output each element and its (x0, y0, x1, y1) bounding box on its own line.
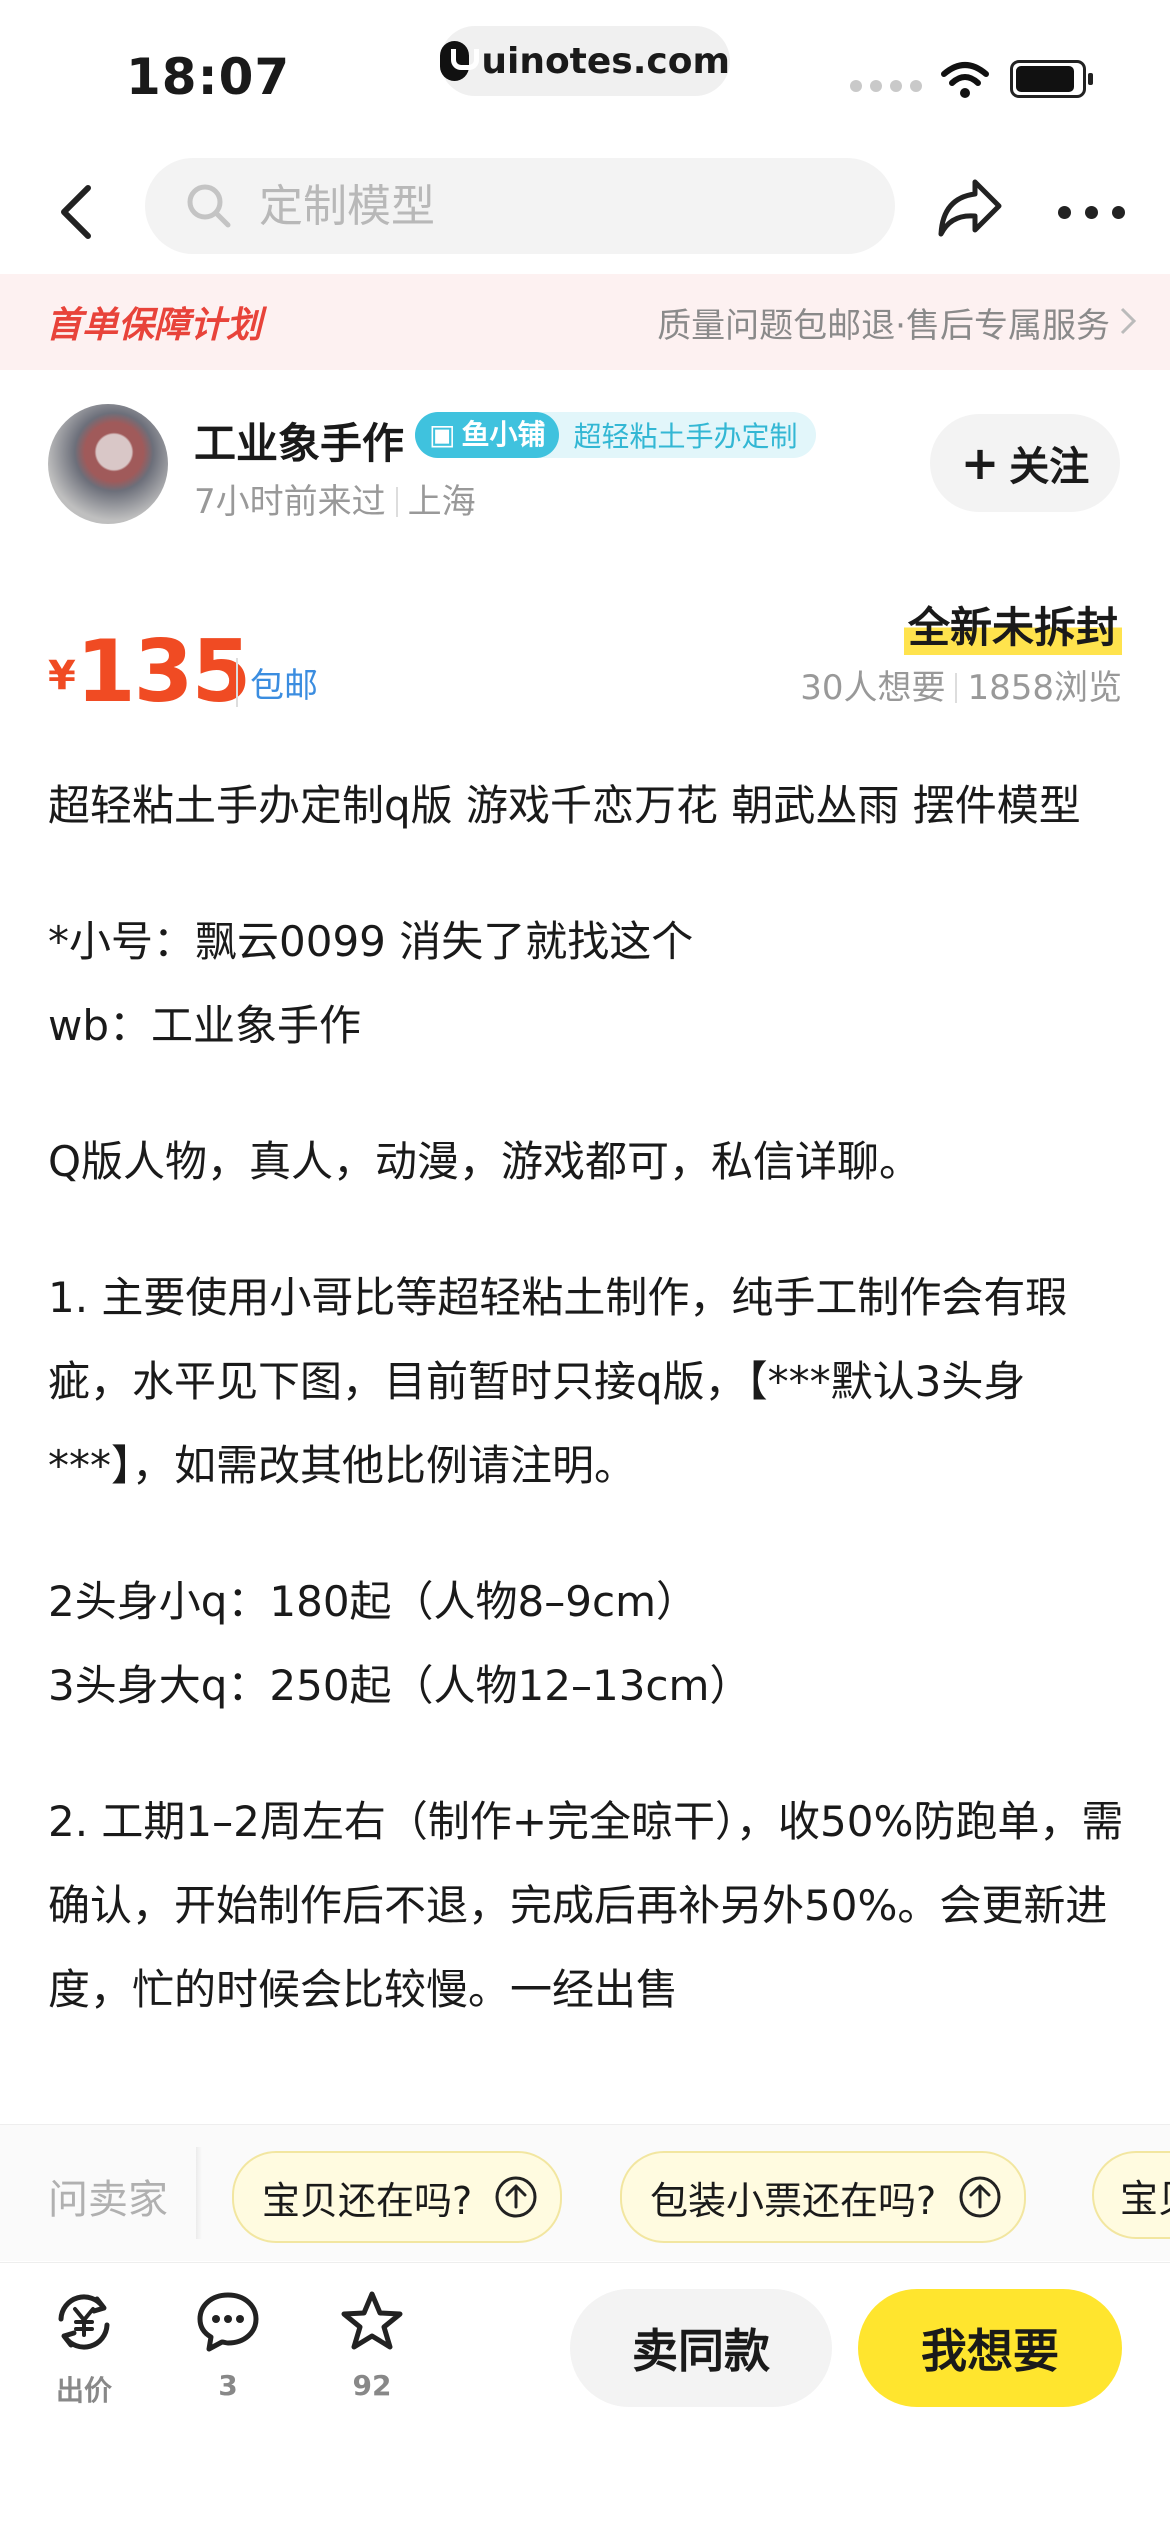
shop-badge[interactable]: ▣ 鱼小铺 超轻粘土手办定制 (415, 412, 816, 458)
seller-last-seen: 7小时前来过 (194, 482, 386, 522)
search-input[interactable] (257, 179, 761, 233)
product-description: 超轻粘土手办定制q版 游戏千恋万花 朝武丛雨 摆件模型 *小号：飘云0099 消… (48, 764, 1124, 2124)
comments-count: 3 (218, 2369, 238, 2402)
star-icon (341, 2291, 403, 2350)
nav-bar (0, 158, 1170, 268)
site-name: uinotes.com (481, 40, 730, 82)
price-value: 135 (75, 622, 252, 722)
question-chip-partial[interactable]: 宝贝 (1092, 2151, 1170, 2239)
battery-icon (1010, 60, 1093, 98)
follow-label: 关注 (1009, 444, 1090, 490)
share-icon[interactable] (935, 176, 1005, 240)
i-want-button[interactable]: 我想要 (858, 2289, 1122, 2407)
offer-button[interactable]: 出价 (34, 2289, 134, 2409)
description-paragraph: *小号：飘云0099 消失了就找这个 wb：工业象手作 (48, 917, 694, 1050)
plus-icon: + (960, 436, 1000, 490)
guarantee-banner[interactable]: 首单保障计划 质量问题包邮退·售后专属服务 (0, 274, 1170, 370)
shop-badge-label: ▣ 鱼小铺 (415, 412, 560, 458)
search-icon (187, 184, 231, 228)
price: ¥135 (48, 622, 252, 722)
status-bar: 18:07 uinotes.com (0, 0, 1170, 150)
back-icon[interactable] (50, 182, 110, 242)
arrow-up-circle-icon (959, 2176, 1001, 2218)
description-paragraph: 1. 主要使用小哥比等超轻粘土制作，纯手工制作会有瑕疵，水平见下图，目前暂时只接… (48, 1273, 1068, 1490)
question-text: 包装小票还在吗? (650, 2178, 937, 2223)
wants-count: 30人想要 (800, 668, 946, 708)
chevron-right-icon (1120, 307, 1137, 335)
description-paragraph: Q版人物，真人，动漫，游戏都可，私信详聊。 (48, 1137, 922, 1186)
comments-button[interactable]: 3 (178, 2289, 278, 2402)
status-time: 18:07 (126, 48, 291, 106)
more-icon[interactable] (1058, 206, 1125, 219)
question-chip-receipt[interactable]: 包装小票还在吗? (620, 2151, 1027, 2243)
wifi-icon (941, 62, 989, 98)
description-paragraph: 超轻粘土手办定制q版 游戏千恋万花 朝武丛雨 摆件模型 (48, 781, 1081, 830)
question-chip-still-available[interactable]: 宝贝还在吗? (232, 2151, 563, 2243)
guarantee-title: 首单保障计划 (46, 305, 263, 346)
yen-exchange-icon (58, 2294, 110, 2350)
sell-same-button[interactable]: 卖同款 (570, 2289, 832, 2407)
ask-seller-bar: 问卖家 宝贝还在吗? 包装小票还在吗? 宝贝 (0, 2124, 1170, 2261)
divider (196, 2147, 202, 2239)
product-stats: 30人想要 1858浏览 (800, 660, 1122, 709)
favorites-count: 92 (352, 2369, 392, 2402)
comment-icon (197, 2292, 259, 2352)
seller-location: 上海 (407, 482, 476, 522)
seller-name[interactable]: 工业象手作 (194, 410, 404, 471)
signal-icon (850, 80, 922, 92)
arrow-up-circle-icon (495, 2176, 537, 2218)
question-text: 宝贝 (1120, 2176, 1170, 2221)
bottom-toolbar: 出价 3 92 卖同款 我想要 (0, 2262, 1170, 2533)
question-text: 宝贝还在吗? (262, 2178, 473, 2223)
offer-label: 出价 (55, 2374, 112, 2407)
search-bar[interactable] (145, 158, 895, 254)
views-count: 1858浏览 (967, 668, 1122, 708)
site-logo-icon (440, 41, 480, 81)
follow-button[interactable]: + 关注 (930, 414, 1120, 512)
condition-label: 全新未拆封 (903, 594, 1122, 655)
favorite-button[interactable]: 92 (322, 2289, 422, 2402)
description-paragraph: 2. 工期1–2周左右（制作+完全晾干），收50%防跑单，需确认，开始制作后不退… (48, 1797, 1124, 2014)
shop-badge-text: 鱼小铺 (461, 418, 546, 451)
description-paragraph: 2头身小q：180起（人物8–9cm） 3头身大q：250起（人物12–13cm… (48, 1577, 752, 1710)
currency-symbol: ¥ (48, 653, 76, 699)
shipping-label: 包邮 (236, 658, 318, 707)
shop-badge-desc: 超轻粘土手办定制 (573, 420, 798, 453)
guarantee-desc: 质量问题包邮退·售后专属服务 (657, 306, 1110, 346)
ask-seller-label: 问卖家 (48, 2177, 168, 2223)
shop-icon: ▣ (429, 418, 456, 451)
site-pill: uinotes.com (440, 26, 730, 96)
seller-meta: 7小时前来过 上海 (194, 474, 476, 523)
seller-avatar[interactable] (48, 404, 168, 524)
